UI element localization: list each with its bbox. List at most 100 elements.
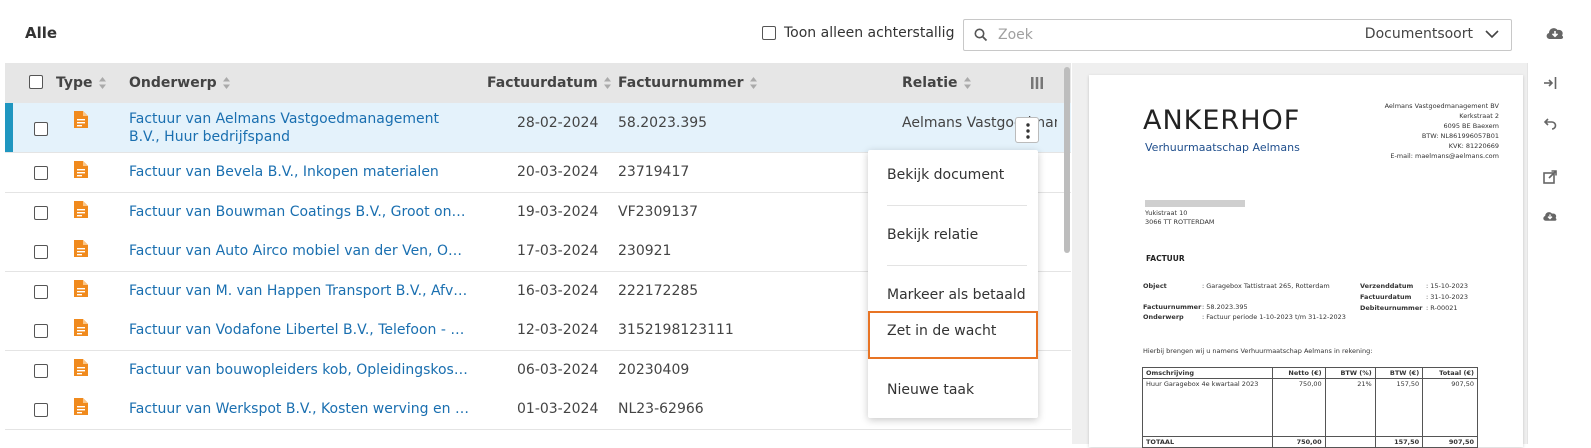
open-external-icon[interactable] (1542, 169, 1558, 185)
row-checkbox[interactable] (34, 245, 48, 259)
document-icon (74, 201, 88, 222)
sender-address: Aelmans Vastgoedmanagement BV Kerkstraat… (1384, 102, 1499, 160)
row-subject-link[interactable]: Factuur van bouwopleiders kob, Opleiding… (129, 362, 469, 378)
sort-icon (749, 77, 757, 89)
cloud-download-icon[interactable] (1545, 25, 1565, 41)
document-preview: ANKERHOF Verhuurmaatschap Aelmans Aelman… (1072, 63, 1527, 448)
column-invoice-number[interactable]: Factuurnummer (618, 75, 757, 91)
row-invoice-date: 19-03-2024 (517, 204, 599, 220)
reply-icon[interactable] (1542, 114, 1558, 130)
table-header: Type Onderwerp Factuurdatum Factuurnumme… (5, 63, 1071, 103)
company-logo: ANKERHOF (1143, 105, 1301, 136)
row-invoice-date: 01-03-2024 (517, 401, 599, 417)
row-checkbox[interactable] (34, 285, 48, 299)
row-invoice-number: 20230409 (618, 362, 690, 378)
row-checkbox[interactable] (34, 403, 48, 417)
row-invoice-number: 3152198123111 (618, 322, 734, 338)
menu-item-view-relation[interactable]: Bekijk relatie (868, 213, 1038, 257)
row-invoice-date: 28-02-2024 (517, 115, 599, 131)
redacted-name (1145, 200, 1245, 207)
invoice-intro: Hierbij brengen wij u namens Verhuurmaat… (1143, 347, 1373, 355)
kebab-icon (1026, 123, 1030, 139)
row-subject-link[interactable]: Factuur van Auto Airco mobiel van der Ve… (129, 243, 469, 259)
columns-icon[interactable] (1031, 76, 1043, 90)
row-subject-link[interactable]: Factuur van Bouwman Coatings B.V., Groot… (129, 204, 469, 220)
row-invoice-date: 20-03-2024 (517, 164, 599, 180)
document-icon (74, 398, 88, 419)
debtor-label: Debiteurnummer (1360, 304, 1423, 312)
invoice-lines-table: Omschrijving Netto (€) BTW (%) BTW (€) T… (1142, 367, 1478, 448)
document-icon (74, 319, 88, 340)
row-subject-link[interactable]: Factuur van Bevela B.V., Inkopen materia… (129, 164, 469, 180)
row-invoice-number: 23719417 (618, 164, 690, 180)
invoice-date-value: : 31-10-2023 (1426, 293, 1469, 301)
invoice-date-label: Factuurdatum (1360, 293, 1412, 301)
row-invoice-number: 222172285 (618, 283, 699, 299)
row-checkbox[interactable] (34, 206, 48, 220)
row-invoice-number: 230921 (618, 243, 672, 259)
row-actions-button[interactable] (1015, 117, 1039, 143)
row-invoice-number: 58.2023.395 (618, 115, 708, 131)
debtor-value: : R-00021 (1426, 304, 1458, 312)
column-type[interactable]: Type (56, 75, 106, 91)
column-relation[interactable]: Relatie (902, 75, 971, 91)
column-invoice-date[interactable]: Factuurdatum (487, 75, 611, 91)
document-icon (74, 161, 88, 182)
row-invoice-date: 06-03-2024 (517, 362, 599, 378)
company-tagline: Verhuurmaatschap Aelmans (1145, 141, 1300, 154)
row-subject-link[interactable]: Factuur van M. van Happen Transport B.V.… (129, 283, 469, 299)
send-date-value: : 15-10-2023 (1426, 282, 1469, 290)
row-subject-link[interactable]: Factuur van Vodafone Libertel B.V., Tele… (129, 322, 469, 338)
row-subject-link[interactable]: Factuur van Aelmans Vastgoedmanagement B… (129, 110, 469, 146)
table-row[interactable]: Factuur van Aelmans Vastgoedmanagement B… (5, 103, 1071, 153)
row-invoice-date: 12-03-2024 (517, 322, 599, 338)
subject-value: : Factuur periode 1-10-2023 t/m 31-12-20… (1202, 313, 1346, 321)
row-invoice-date: 16-03-2024 (517, 283, 599, 299)
row-checkbox[interactable] (34, 166, 48, 180)
object-label: Object (1143, 282, 1167, 290)
document-title: FACTUUR (1146, 254, 1185, 263)
document-icon (74, 280, 88, 301)
row-context-menu: Bekijk document Bekijk relatie Markeer a… (868, 150, 1038, 418)
preview-actions-bar (1527, 63, 1591, 444)
row-invoice-number: VF2309137 (618, 204, 698, 220)
overdue-checkbox[interactable] (762, 26, 776, 40)
row-checkbox[interactable] (34, 324, 48, 338)
menu-divider (887, 265, 1027, 266)
menu-item-new-task[interactable]: Nieuwe taak (868, 368, 1038, 412)
select-all-checkbox[interactable] (29, 75, 43, 89)
row-subject-link[interactable]: Factuur van Werkspot B.V., Kosten wervin… (129, 401, 469, 417)
page-title: Alle (25, 24, 58, 42)
subject-label: Onderwerp (1143, 313, 1184, 321)
object-value: : Garagebox Tattistraat 265, Rotterdam (1202, 282, 1330, 290)
menu-item-put-on-hold[interactable]: Zet in de wacht (868, 311, 1038, 359)
invoice-page: ANKERHOF Verhuurmaatschap Aelmans Aelman… (1089, 75, 1523, 448)
toolbar: Alle Toon alleen achterstallig Documents… (0, 0, 1591, 63)
menu-divider (887, 205, 1027, 206)
row-checkbox[interactable] (34, 364, 48, 378)
row-checkbox[interactable] (34, 122, 48, 136)
document-icon (74, 111, 88, 132)
sort-icon (603, 77, 611, 89)
overdue-label: Toon alleen achterstallig (784, 25, 955, 41)
cloud-download-icon[interactable] (1542, 209, 1558, 223)
row-invoice-number: NL23-62966 (618, 401, 704, 417)
search-icon (974, 28, 988, 42)
search-box: Documentsoort (963, 19, 1512, 51)
overdue-filter[interactable]: Toon alleen achterstallig (762, 25, 954, 41)
sort-icon (963, 77, 971, 89)
recipient-address: Yukistraat 10 3066 TT ROTTERDAM (1145, 209, 1215, 226)
sort-icon (222, 77, 230, 89)
collapse-right-icon[interactable] (1542, 75, 1558, 91)
invoice-number-value: : 58.2023.395 (1202, 303, 1248, 311)
sort-icon (98, 77, 106, 89)
doctype-label: Documentsoort (1364, 26, 1473, 42)
row-invoice-date: 17-03-2024 (517, 243, 599, 259)
document-icon (74, 359, 88, 380)
table-scrollbar[interactable] (1064, 67, 1070, 253)
doctype-dropdown[interactable]: Documentsoort (1365, 26, 1499, 42)
menu-item-view-document[interactable]: Bekijk document (868, 153, 1038, 197)
selected-row-indicator (5, 103, 13, 152)
search-input[interactable] (998, 25, 1328, 45)
column-subject[interactable]: Onderwerp (129, 75, 230, 91)
